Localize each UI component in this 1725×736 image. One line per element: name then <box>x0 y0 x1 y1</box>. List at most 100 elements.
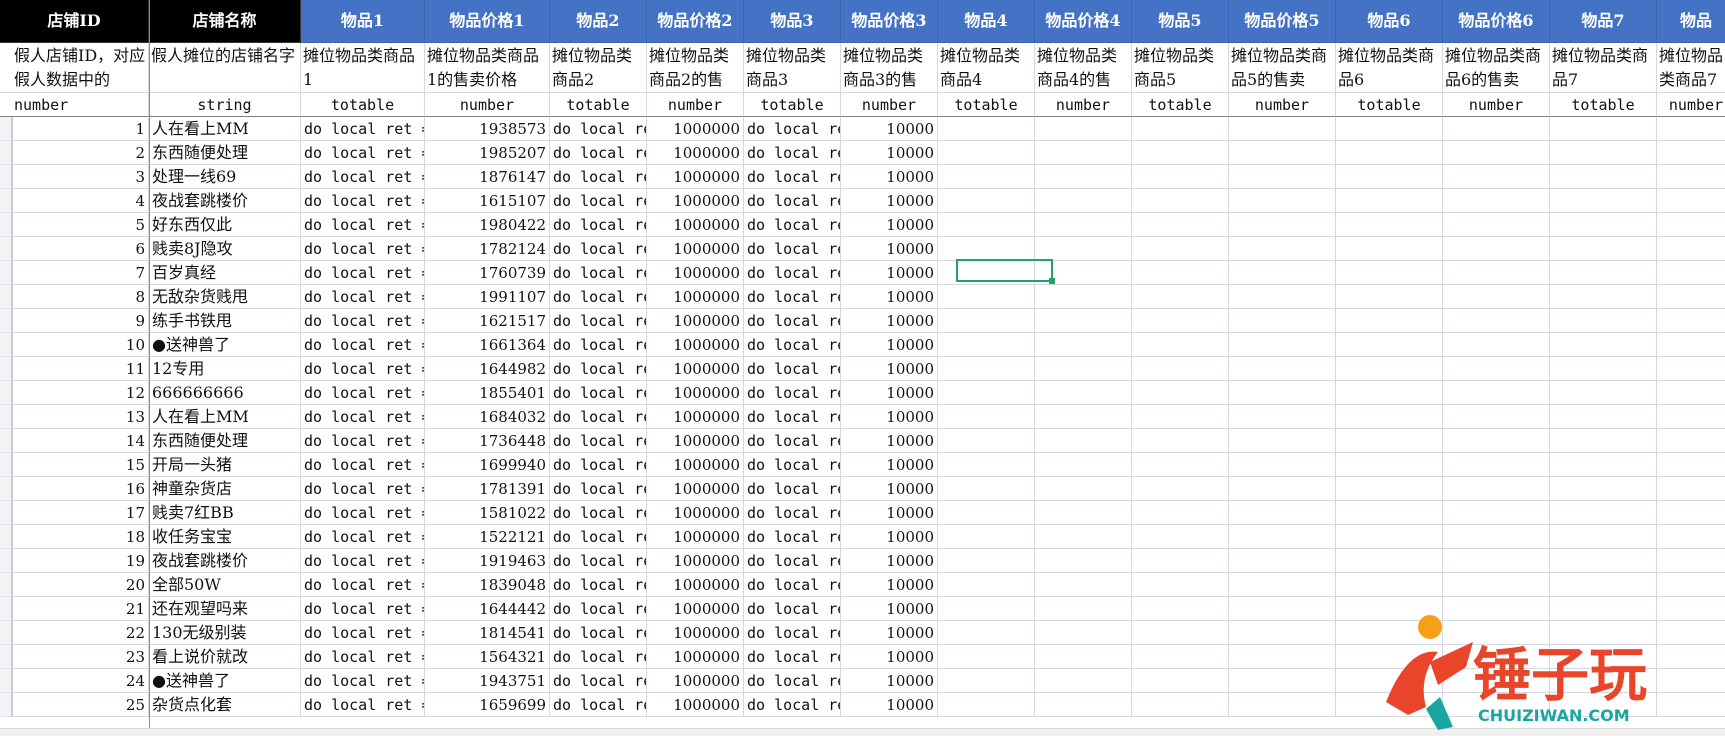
column-type-6[interactable]: number <box>647 93 744 117</box>
cell-shop-id[interactable]: 5 <box>12 213 149 237</box>
cell-item-3[interactable]: do local re <box>744 141 841 165</box>
cell-item-price-3[interactable]: 10000 <box>841 261 938 285</box>
empty-cell[interactable] <box>1035 237 1132 261</box>
empty-cell[interactable] <box>1336 333 1443 357</box>
cell-shop-name[interactable]: 百岁真经 <box>149 261 301 285</box>
row-gutter[interactable] <box>0 477 12 501</box>
row-gutter[interactable] <box>0 357 12 381</box>
empty-cell[interactable] <box>1035 357 1132 381</box>
cell-item-price-1[interactable]: 1991107 <box>425 285 550 309</box>
cell-item-price-3[interactable]: 10000 <box>841 357 938 381</box>
cell-item-price-1[interactable]: 1781391 <box>425 477 550 501</box>
cell-item-2[interactable]: do local re <box>550 261 647 285</box>
cell-item-2[interactable]: do local re <box>550 213 647 237</box>
cell-item-price-3[interactable]: 10000 <box>841 285 938 309</box>
cell-item-price-3[interactable]: 10000 <box>841 573 938 597</box>
empty-cell[interactable] <box>1132 357 1229 381</box>
empty-cell[interactable] <box>1229 237 1336 261</box>
cell-shop-name[interactable]: 全部50W <box>149 573 301 597</box>
empty-cell[interactable] <box>1657 261 1725 285</box>
cell-item-price-2[interactable]: 1000000 <box>647 501 744 525</box>
empty-cell[interactable] <box>1132 285 1229 309</box>
empty-cell[interactable] <box>1550 621 1657 645</box>
cell-item-price-2[interactable]: 1000000 <box>647 597 744 621</box>
column-type-1[interactable]: number <box>0 93 149 117</box>
cell-item-price-3[interactable]: 10000 <box>841 309 938 333</box>
empty-cell[interactable] <box>1443 693 1550 717</box>
empty-cell[interactable] <box>1443 477 1550 501</box>
empty-cell[interactable] <box>938 309 1035 333</box>
cell-item-1[interactable]: do local ret = <box>301 669 425 693</box>
cell-item-price-1[interactable]: 1644442 <box>425 597 550 621</box>
cell-shop-id[interactable]: 25 <box>12 693 149 717</box>
cell-shop-name[interactable]: 贱卖7红BB <box>149 501 301 525</box>
cell-item-1[interactable]: do local ret = <box>301 549 425 573</box>
empty-cell[interactable] <box>1035 117 1132 141</box>
cell-item-price-1[interactable]: 1919463 <box>425 549 550 573</box>
cell-item-price-3[interactable]: 10000 <box>841 429 938 453</box>
empty-cell[interactable] <box>1550 477 1657 501</box>
cell-item-price-1[interactable]: 1699940 <box>425 453 550 477</box>
empty-cell[interactable] <box>1336 669 1443 693</box>
empty-cell[interactable] <box>1132 237 1229 261</box>
column-type-8[interactable]: number <box>841 93 938 117</box>
empty-cell[interactable] <box>938 213 1035 237</box>
row-gutter[interactable] <box>0 501 12 525</box>
cell-item-price-3[interactable]: 10000 <box>841 141 938 165</box>
empty-cell[interactable] <box>1550 141 1657 165</box>
column-type-10[interactable]: number <box>1035 93 1132 117</box>
empty-cell[interactable] <box>1035 213 1132 237</box>
empty-cell[interactable] <box>938 501 1035 525</box>
empty-cell[interactable] <box>1229 261 1336 285</box>
empty-cell[interactable] <box>1336 573 1443 597</box>
cell-item-2[interactable]: do local re <box>550 525 647 549</box>
empty-cell[interactable] <box>1443 669 1550 693</box>
empty-cell[interactable] <box>1443 189 1550 213</box>
cell-shop-name[interactable]: 666666666 <box>149 381 301 405</box>
empty-cell[interactable] <box>1443 453 1550 477</box>
cell-item-1[interactable]: do local ret = <box>301 693 425 717</box>
cell-item-price-3[interactable]: 10000 <box>841 117 938 141</box>
empty-cell[interactable] <box>1336 309 1443 333</box>
empty-cell[interactable] <box>1229 285 1336 309</box>
empty-cell[interactable] <box>1657 381 1725 405</box>
cell-item-3[interactable]: do local re <box>744 693 841 717</box>
cell-item-2[interactable]: do local re <box>550 621 647 645</box>
empty-cell[interactable] <box>1657 357 1725 381</box>
empty-cell[interactable] <box>1035 693 1132 717</box>
cell-item-3[interactable]: do local re <box>744 309 841 333</box>
column-description-11[interactable]: 摊位物品类商品5 <box>1132 43 1229 93</box>
empty-cell[interactable] <box>1336 117 1443 141</box>
empty-cell[interactable] <box>1657 429 1725 453</box>
cell-item-3[interactable]: do local re <box>744 597 841 621</box>
cell-item-price-1[interactable]: 1943751 <box>425 669 550 693</box>
column-header-10[interactable]: 物品价格4 <box>1035 0 1132 43</box>
cell-shop-id[interactable]: 21 <box>12 597 149 621</box>
cell-shop-name[interactable]: ●送神兽了 <box>149 333 301 357</box>
empty-cell[interactable] <box>1550 165 1657 189</box>
column-type-2[interactable]: string <box>149 93 301 117</box>
cell-item-price-2[interactable]: 1000000 <box>647 573 744 597</box>
empty-cell[interactable] <box>1035 333 1132 357</box>
empty-cell[interactable] <box>1132 669 1229 693</box>
empty-cell[interactable] <box>1336 621 1443 645</box>
cell-item-price-2[interactable]: 1000000 <box>647 405 744 429</box>
empty-cell[interactable] <box>1229 573 1336 597</box>
cell-item-2[interactable]: do local re <box>550 477 647 501</box>
empty-cell[interactable] <box>1657 573 1725 597</box>
empty-cell[interactable] <box>1336 381 1443 405</box>
cell-shop-id[interactable]: 16 <box>12 477 149 501</box>
cell-shop-name[interactable]: 人在看上MM <box>149 117 301 141</box>
empty-cell[interactable] <box>1443 309 1550 333</box>
column-description-9[interactable]: 摊位物品类商品4 <box>938 43 1035 93</box>
empty-cell[interactable] <box>1132 525 1229 549</box>
column-type-7[interactable]: totable <box>744 93 841 117</box>
cell-shop-name[interactable]: 东西随便处理 <box>149 429 301 453</box>
empty-cell[interactable] <box>1443 405 1550 429</box>
cell-item-price-2[interactable]: 1000000 <box>647 549 744 573</box>
empty-cell[interactable] <box>1035 405 1132 429</box>
empty-cell[interactable] <box>1443 285 1550 309</box>
empty-cell[interactable] <box>1229 597 1336 621</box>
empty-cell[interactable] <box>1229 333 1336 357</box>
cell-item-price-1[interactable]: 1684032 <box>425 405 550 429</box>
